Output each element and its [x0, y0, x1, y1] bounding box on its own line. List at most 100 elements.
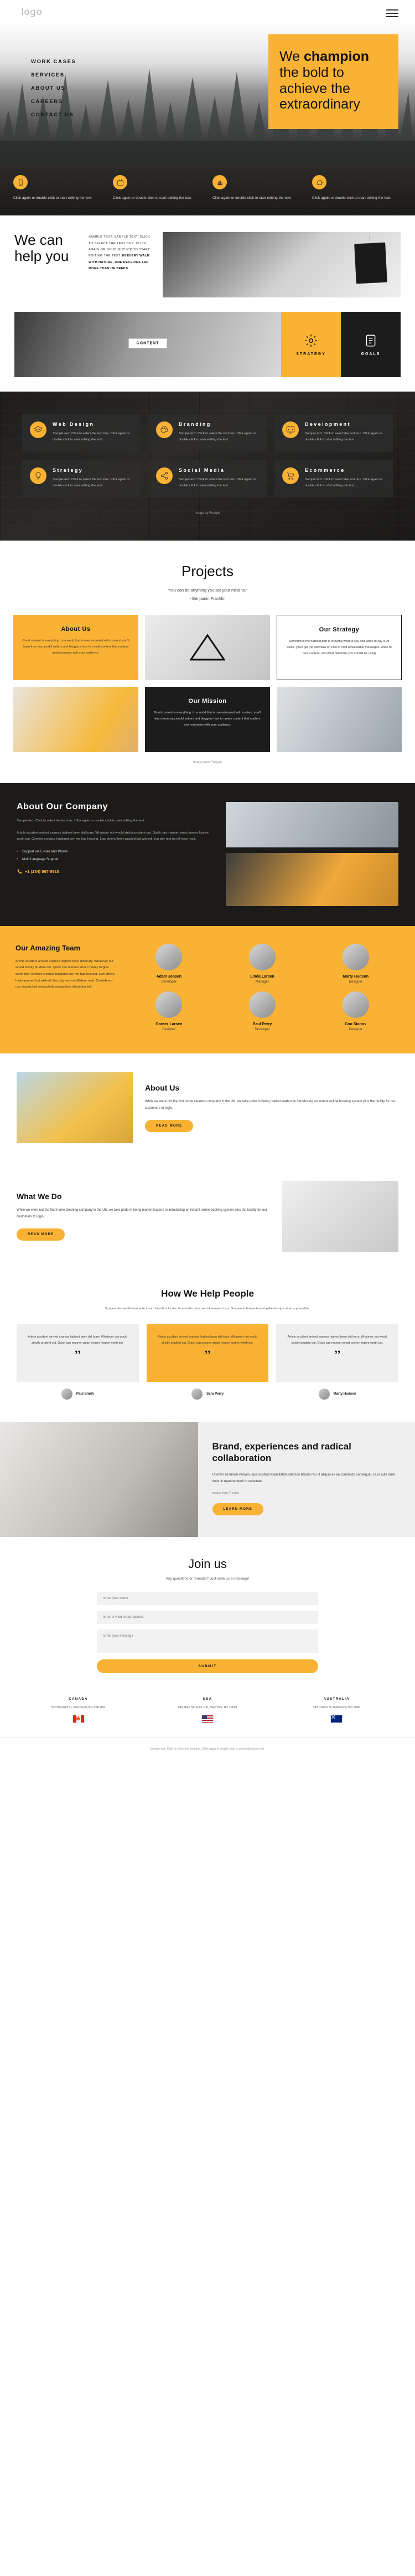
- tile-goals[interactable]: GOALS: [341, 312, 401, 378]
- team-member[interactable]: Coo Stanov Designer: [312, 991, 400, 1031]
- service-title: Web Design: [53, 421, 95, 428]
- about-us-split-section: About Us While we were not the first hom…: [0, 1053, 415, 1162]
- join-subtitle: Any questions or remarks? Just write us …: [165, 1576, 250, 1581]
- service-title: Social Media: [179, 467, 225, 473]
- about-us-read-more-button[interactable]: READ MORE: [145, 1119, 194, 1132]
- team-member-name: Linda Larsen: [250, 974, 274, 979]
- brand-learn-more-button[interactable]: LEARN MORE: [212, 1503, 263, 1516]
- service-card-social-media[interactable]: Social Media Sample text. Click to selec…: [148, 459, 267, 498]
- team-member[interactable]: Gomez Larsen Designer: [125, 991, 213, 1031]
- testimonial-authors: Paul Smith Sara Perry Marty Hudson: [17, 1382, 398, 1400]
- brand-image-credit: Image from Freepik: [212, 1492, 240, 1495]
- service-card-web-design[interactable]: Web Design Sample text. Click to select …: [22, 414, 141, 452]
- brand-body: Ut enim ad minim veniam, quis nostrud ex…: [212, 1473, 395, 1484]
- name-input[interactable]: [97, 1591, 318, 1605]
- team-member[interactable]: Paul Perry Developer: [219, 991, 307, 1031]
- testimonial-text: Article accident arrived express highest…: [28, 1335, 128, 1345]
- office-country: AUSTRALIA: [323, 1697, 350, 1701]
- team-member[interactable]: Linda Larsen Manager: [219, 943, 307, 984]
- project-card-text: Good content is everything. In a world t…: [22, 639, 129, 655]
- main-navigation[interactable]: WORK CASES SERVICES ABOUT US CAREERS CON…: [31, 59, 76, 125]
- team-member-role: Developer: [255, 1027, 270, 1031]
- nav-item-services[interactable]: SERVICES: [31, 72, 76, 78]
- projects-quote-block: "You can do anything you set your mind t…: [13, 587, 402, 603]
- site-logo[interactable]: logo: [21, 7, 42, 18]
- footer: Sample text. Click to select the text bo…: [0, 1737, 415, 1765]
- avatar: [248, 943, 276, 970]
- laptop-image: CONTENT: [14, 312, 281, 378]
- about-company-paragraph-1: Sample text. Click to select the text bo…: [17, 819, 145, 822]
- what-we-do-image: [282, 1180, 398, 1252]
- team-member-role: Developer: [161, 980, 177, 984]
- hero-feature-item: Click again or double click to start edi…: [113, 175, 203, 201]
- project-card-about-us[interactable]: About Us Good content is everything. In …: [13, 614, 138, 680]
- service-card-branding[interactable]: Branding Sample text. Click to select th…: [148, 414, 267, 452]
- service-card-development[interactable]: Development Sample text. Click to select…: [274, 414, 393, 452]
- about-company-section: About Our Company Sample text. Click to …: [0, 783, 415, 926]
- team-member-name: Paul Perry: [252, 1022, 272, 1026]
- projects-quote-author: - Benjamin Franklin: [189, 595, 226, 601]
- nav-item-contact-us[interactable]: CONTACT US: [31, 112, 76, 118]
- chat-icon: [312, 175, 326, 189]
- testimonials-section: How We Help People Suspen dist vestibulu…: [0, 1271, 415, 1422]
- project-card-text: Sometimes the hardest part is knowing wh…: [287, 639, 392, 656]
- service-card-ecommerce[interactable]: Ecommerce Sample text. Click to select t…: [274, 459, 393, 498]
- nav-item-careers[interactable]: CAREERS: [31, 99, 76, 105]
- message-input[interactable]: [97, 1629, 318, 1653]
- team-member-role: Manager: [256, 980, 269, 984]
- brand-section: Brand, experiences and radical collabora…: [0, 1421, 415, 1537]
- quote-mark-icon: ”: [74, 1348, 81, 1364]
- avatar: [318, 1388, 330, 1400]
- what-we-do-read-more-button[interactable]: READ MORE: [17, 1228, 65, 1241]
- tile-strategy[interactable]: STRATEGY: [281, 312, 341, 378]
- project-card-our-mission[interactable]: Our Mission Good content is everything. …: [145, 686, 270, 752]
- service-text: Sample text. Click to select the text bo…: [179, 477, 256, 487]
- company-phone[interactable]: +1 (234) 567-8910: [17, 869, 215, 875]
- team-member[interactable]: Adam Jensen Developer: [125, 943, 213, 984]
- palette-icon: [156, 421, 173, 439]
- projects-title: Projects: [181, 563, 234, 580]
- testimonial-author-name: Paul Smith: [76, 1392, 94, 1396]
- hero-visual: WORK CASES SERVICES ABOUT US CAREERS CON…: [0, 24, 415, 163]
- hamburger-icon[interactable]: [386, 9, 398, 17]
- team-member-role: Designer: [162, 1027, 176, 1031]
- project-card-title: Our Strategy: [319, 626, 360, 633]
- service-text: Sample text. Click to select the text bo…: [53, 432, 130, 442]
- email-input[interactable]: [97, 1610, 318, 1624]
- office-country: USA: [203, 1697, 212, 1701]
- help-text-block: SAMPLE TEXT. SAMPLE TEXT. CLICK TO SELEC…: [89, 232, 154, 297]
- gear-icon: [305, 335, 317, 347]
- about-us-body: While we were not the first home cleanin…: [145, 1099, 396, 1110]
- office-country: CANADA: [69, 1697, 88, 1701]
- service-text: Sample text. Click to select the text bo…: [179, 432, 256, 442]
- mobile-icon: [13, 175, 28, 189]
- service-card-strategy[interactable]: Strategy Sample text. Click to select th…: [22, 459, 141, 498]
- triangle-icon: [190, 634, 225, 661]
- project-card-our-strategy[interactable]: Our Strategy Sometimes the hardest part …: [277, 614, 402, 680]
- nav-item-about-us[interactable]: ABOUT US: [31, 85, 76, 91]
- testimonial-text: Article accident arrived express highest…: [158, 1335, 257, 1345]
- team-member[interactable]: Marty Hudson Designer: [312, 943, 400, 984]
- about-company-bullet: Support via E-mail and Phone: [17, 850, 215, 853]
- avatar: [342, 991, 369, 1018]
- project-card-title: About Us: [61, 625, 91, 633]
- what-we-do-title: What We Do: [17, 1191, 62, 1201]
- about-company-images: [226, 801, 398, 906]
- projects-grid: About Us Good content is everything. In …: [13, 614, 402, 752]
- brand-title: Brand, experiences and radical collabora…: [212, 1441, 351, 1463]
- clipboard-icon: [366, 335, 376, 347]
- testimonials-title: How We Help People: [161, 1288, 254, 1299]
- testimonials-grid: Article accident arrived express highest…: [17, 1324, 398, 1382]
- team-title: Our Amazing Team: [15, 943, 81, 952]
- help-section: We can help you SAMPLE TEXT. SAMPLE TEXT…: [0, 215, 415, 312]
- nav-item-work-cases[interactable]: WORK CASES: [31, 59, 76, 65]
- service-title: Strategy: [53, 467, 84, 473]
- service-text: Sample text. Click to select the text bo…: [53, 477, 130, 487]
- phone-icon: [17, 869, 22, 873]
- office-address: 143 Collins St, Melbourne VIC 3000: [313, 1705, 361, 1709]
- avatar: [191, 1388, 203, 1400]
- what-we-do-body: While we were not the first home cleanin…: [17, 1208, 267, 1218]
- office-address: 846 Main St, Suite 100, New York, NY 100…: [178, 1705, 237, 1709]
- quote-mark-icon: ”: [334, 1348, 341, 1364]
- submit-button[interactable]: SUBMIT: [97, 1659, 318, 1673]
